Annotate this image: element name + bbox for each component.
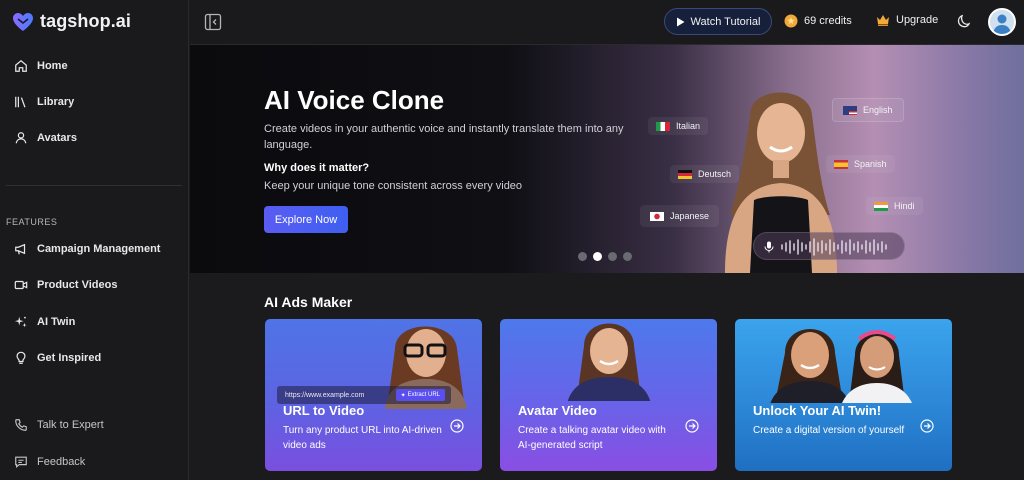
sidebar-item-library[interactable]: Library bbox=[14, 92, 74, 112]
sidebar-item-label: Library bbox=[37, 96, 75, 108]
card-twins-illustration bbox=[770, 329, 912, 403]
sidebar-item-label: Feedback bbox=[37, 456, 86, 468]
carousel-dot[interactable] bbox=[608, 252, 617, 261]
language-label: English bbox=[863, 105, 893, 115]
card-description: Turn any product URL into AI-driven vide… bbox=[283, 425, 442, 451]
japan-flag-icon bbox=[650, 211, 664, 221]
sidebar: tagshop.ai Home Library Avatars FEATURES… bbox=[0, 0, 189, 480]
germany-flag-icon bbox=[678, 169, 692, 179]
upgrade-button[interactable]: Upgrade bbox=[876, 14, 938, 26]
sidebar-item-label: Product Videos bbox=[37, 279, 118, 291]
sidebar-item-get-inspired[interactable]: Get Inspired bbox=[14, 348, 101, 368]
language-chip-english: English bbox=[832, 98, 904, 122]
video-camera-icon bbox=[14, 280, 28, 290]
language-chip-hindi: Hindi bbox=[866, 197, 923, 215]
user-icon bbox=[15, 132, 27, 144]
hero-description: Create videos in your authentic voice an… bbox=[264, 123, 624, 151]
watch-tutorial-label: Watch Tutorial bbox=[690, 15, 761, 28]
card-description: Create a digital version of yourself bbox=[753, 425, 905, 436]
coin-star-icon bbox=[784, 14, 798, 28]
carousel-dot[interactable] bbox=[623, 252, 632, 261]
language-chip-japanese: Japanese bbox=[640, 205, 720, 227]
card-title: URL to Video bbox=[283, 403, 365, 418]
extract-url-label: Extract URL bbox=[407, 392, 440, 398]
card-description: Create a talking avatar video with AI-ge… bbox=[518, 425, 666, 451]
hero-banner: AI Voice Clone Create videos in your aut… bbox=[190, 45, 1024, 273]
feedback-icon bbox=[15, 456, 27, 469]
language-chip-spanish: Spanish bbox=[826, 155, 895, 173]
waveform-icon bbox=[781, 238, 887, 256]
carousel-dot-active[interactable] bbox=[593, 252, 602, 261]
moon-icon[interactable] bbox=[955, 14, 971, 30]
language-label: Japanese bbox=[670, 211, 710, 221]
crown-icon bbox=[877, 15, 889, 26]
sidebar-divider bbox=[6, 185, 182, 186]
url-placeholder: https://www.example.com bbox=[285, 391, 365, 399]
sparkle-icon: ✦ bbox=[400, 392, 406, 399]
sidebar-item-campaign-management[interactable]: Campaign Management bbox=[14, 239, 160, 259]
hero-title: AI Voice Clone bbox=[264, 85, 445, 115]
sparkles-icon bbox=[14, 316, 27, 328]
features-label: FEATURES bbox=[6, 217, 58, 227]
sidebar-item-label: Campaign Management bbox=[37, 243, 161, 255]
arrow-right-circle-icon[interactable] bbox=[450, 419, 464, 433]
user-avatar[interactable] bbox=[988, 8, 1016, 36]
language-label: Deutsch bbox=[698, 169, 732, 179]
top-bar: Watch Tutorial 69 credits Upgrade bbox=[190, 0, 1024, 45]
italy-flag-icon bbox=[656, 121, 670, 131]
extract-url-button[interactable]: ✦ Extract URL bbox=[395, 389, 445, 401]
card-person-illustration bbox=[567, 323, 651, 401]
sidebar-item-talk-to-expert[interactable]: Talk to Expert bbox=[14, 415, 104, 435]
credits-display[interactable]: 69 credits bbox=[784, 14, 852, 28]
sidebar-item-ai-twin[interactable]: AI Twin bbox=[14, 312, 75, 332]
card-url-to-video[interactable]: https://www.example.com ✦ Extract URL UR… bbox=[265, 319, 482, 471]
home-icon bbox=[15, 59, 27, 72]
language-label: Italian bbox=[676, 121, 701, 131]
carousel-dot[interactable] bbox=[578, 252, 587, 261]
card-title: Avatar Video bbox=[518, 403, 597, 418]
usa-flag-icon bbox=[843, 105, 857, 115]
spain-flag-icon bbox=[834, 159, 848, 169]
upgrade-label: Upgrade bbox=[896, 14, 939, 26]
language-label: Hindi bbox=[894, 201, 915, 211]
brand-name: tagshop.ai bbox=[40, 11, 132, 31]
sidebar-item-label: Talk to Expert bbox=[37, 419, 104, 431]
india-flag-icon bbox=[874, 201, 888, 211]
arrow-right-circle-icon[interactable] bbox=[685, 419, 699, 433]
card-ai-twin[interactable]: Unlock Your AI Twin! Create a digital ve… bbox=[735, 319, 952, 471]
lightbulb-icon bbox=[16, 351, 26, 364]
sidebar-item-label: Avatars bbox=[37, 132, 77, 144]
sidebar-item-label: Get Inspired bbox=[37, 352, 102, 364]
arrow-right-circle-icon[interactable] bbox=[920, 419, 934, 433]
language-chip-deutsch: Deutsch bbox=[670, 165, 740, 183]
section-title: AI Ads Maker bbox=[264, 294, 353, 310]
url-input[interactable]: https://www.example.com ✦ Extract URL bbox=[277, 386, 451, 404]
brand-logo[interactable]: tagshop.ai bbox=[12, 11, 131, 32]
watch-tutorial-button[interactable]: Watch Tutorial bbox=[664, 8, 772, 35]
library-icon bbox=[15, 96, 26, 108]
card-avatar-video[interactable]: Avatar Video Create a talking avatar vid… bbox=[500, 319, 717, 471]
megaphone-icon bbox=[15, 243, 26, 255]
phone-icon bbox=[15, 419, 27, 431]
play-icon bbox=[676, 17, 685, 26]
carousel-dots bbox=[578, 252, 632, 261]
voice-waveform-bar bbox=[753, 232, 905, 260]
language-chip-italian: Italian bbox=[648, 117, 709, 135]
sidebar-item-product-videos[interactable]: Product Videos bbox=[14, 275, 117, 295]
sidebar-item-label: Home bbox=[37, 60, 68, 72]
avatar-user-icon bbox=[990, 10, 1014, 34]
sidebar-item-feedback[interactable]: Feedback bbox=[14, 452, 85, 472]
collapse-sidebar-icon[interactable] bbox=[204, 13, 222, 31]
hero-why-title: Why does it matter? bbox=[264, 162, 370, 174]
language-label: Spanish bbox=[854, 159, 887, 169]
sidebar-item-label: AI Twin bbox=[37, 316, 76, 328]
sidebar-item-home[interactable]: Home bbox=[14, 56, 68, 76]
credits-label: 69 credits bbox=[804, 15, 852, 27]
card-title: Unlock Your AI Twin! bbox=[753, 403, 882, 418]
hero-why-text: Keep your unique tone consistent across … bbox=[264, 180, 523, 192]
heart-logo-icon bbox=[13, 12, 33, 31]
microphone-icon bbox=[764, 241, 774, 253]
sidebar-item-avatars[interactable]: Avatars bbox=[14, 128, 77, 148]
explore-now-button[interactable]: Explore Now bbox=[264, 206, 348, 233]
